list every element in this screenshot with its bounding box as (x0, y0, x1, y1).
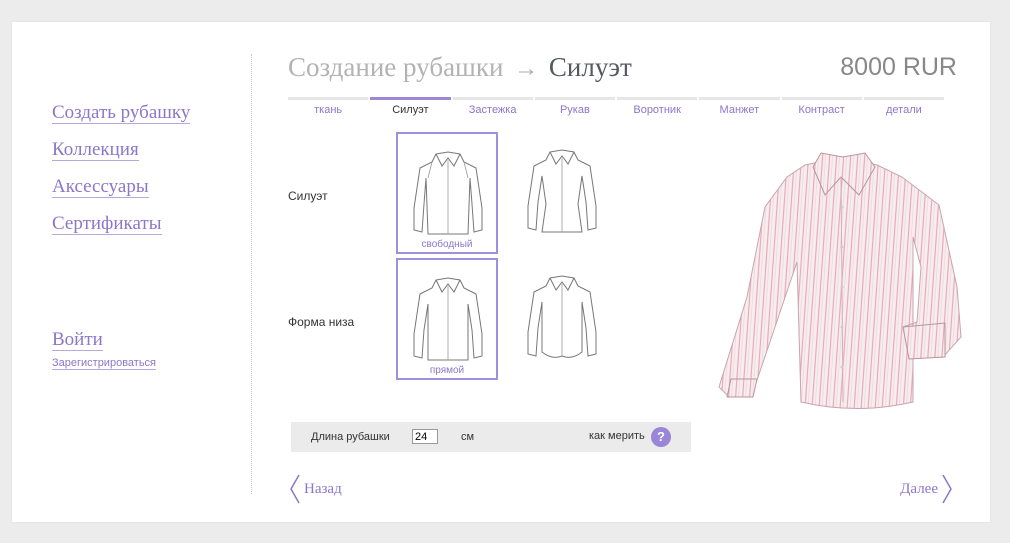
shirt-length-unit: см (461, 431, 475, 443)
back-button[interactable]: Назад (290, 474, 342, 504)
nav-certificates[interactable]: Сертификаты (52, 213, 162, 235)
shirt-length-input[interactable] (412, 429, 438, 444)
hem-shape-label: Форма низа (288, 315, 355, 329)
next-button[interactable]: Далее (900, 474, 952, 504)
breadcrumb-current: Силуэт (548, 52, 632, 82)
breadcrumb-root[interactable]: Создание рубашки (288, 52, 503, 82)
page-panel: Создать рубашку Коллекция Аксессуары Сер… (12, 22, 990, 522)
nav-accessories[interactable]: Аксессуары (52, 176, 149, 198)
straight-hem-shirt-icon (413, 277, 483, 361)
loose-shirt-icon (413, 151, 483, 235)
shirt-length-label: Длина рубашки (311, 431, 390, 443)
tab-fabric[interactable]: ткань (288, 97, 369, 116)
chevron-left-icon (290, 474, 300, 504)
fitted-shirt-icon (527, 149, 597, 233)
nav-collection[interactable]: Коллекция (52, 139, 139, 161)
tab-silhouette[interactable]: Силуэт (370, 97, 451, 116)
tab-contrast[interactable]: Контраст (781, 97, 862, 116)
shirt-length-bar: Длина рубашки см как мерить ? (291, 422, 691, 452)
tab-details[interactable]: детали (863, 97, 944, 116)
chevron-right-icon (942, 474, 952, 504)
rounded-hem-shirt-icon (527, 275, 597, 358)
step-tabs: ткань Силуэт Застежка Рукав Воротник Ман… (288, 97, 944, 116)
hem-option-straight[interactable]: прямой (396, 258, 498, 380)
silhouette-option-loose[interactable]: свободный (396, 132, 498, 254)
how-to-measure-link[interactable]: как мерить (589, 430, 645, 442)
page-title: Создание рубашки → Силуэт (288, 52, 632, 83)
price: 8000 RUR (840, 53, 957, 81)
shirt-preview-image (717, 147, 967, 417)
sidebar-divider (251, 54, 252, 494)
silhouette-label: Силуэт (288, 189, 328, 203)
login-block: Войти Зарегистрироваться (52, 329, 157, 371)
silhouette-option-fitted[interactable] (512, 132, 614, 254)
hem-option-rounded[interactable] (512, 258, 614, 380)
breadcrumb-arrow-icon: → (514, 56, 539, 82)
back-label: Назад (304, 480, 342, 497)
sidebar-nav: Создать рубашку Коллекция Аксессуары Сер… (52, 102, 191, 250)
hem-option-caption: прямой (429, 365, 465, 376)
login-link[interactable]: Войти (52, 329, 103, 351)
tab-collar[interactable]: Воротник (617, 97, 698, 116)
tab-sleeve[interactable]: Рукав (534, 97, 615, 116)
register-link[interactable]: Зарегистрироваться (52, 357, 157, 370)
silhouette-option-caption: свободный (421, 239, 473, 250)
tab-fastener[interactable]: Застежка (452, 97, 533, 116)
help-icon[interactable]: ? (651, 427, 671, 447)
next-label: Далее (900, 480, 938, 497)
tab-cuff[interactable]: Манжет (699, 97, 780, 116)
nav-create-shirt[interactable]: Создать рубашку (52, 102, 191, 124)
